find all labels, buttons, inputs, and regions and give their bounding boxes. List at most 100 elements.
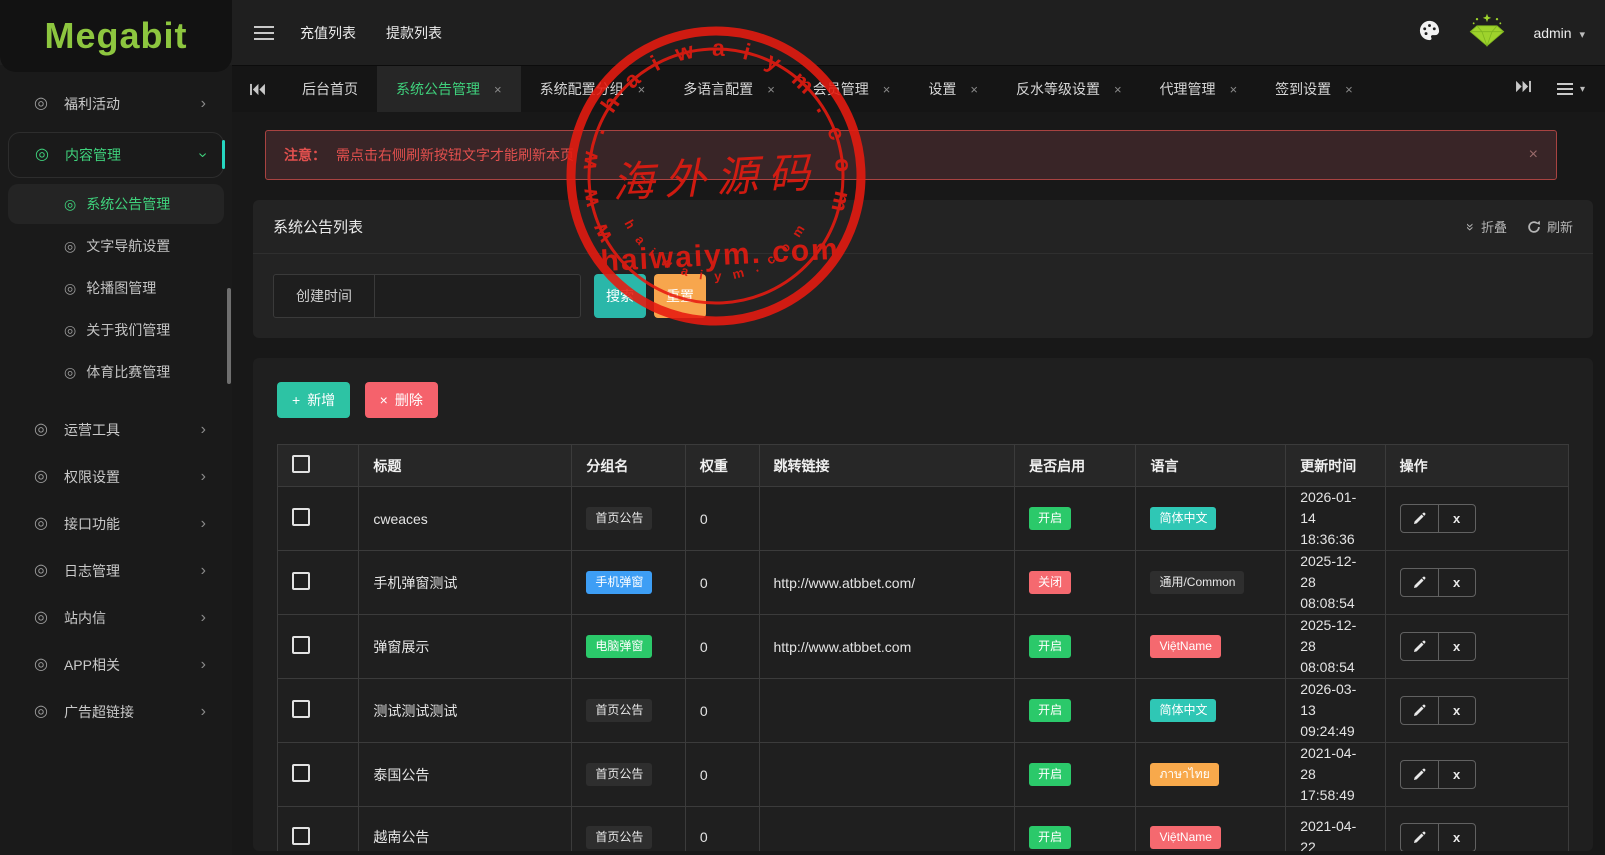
tab-item[interactable]: 系统配置分组 ×: [521, 66, 665, 112]
tab-item[interactable]: 会员管理 ×: [794, 66, 910, 112]
menu-bullet-icon: ◎: [34, 656, 48, 673]
tab-item[interactable]: 多语言配置 ×: [664, 66, 794, 112]
sidebar-item-label: 日志管理: [63, 563, 120, 579]
delete-row-button[interactable]: x: [1437, 569, 1475, 596]
tab-item[interactable]: 反水等级设置 ×: [997, 66, 1141, 112]
tab-close-icon[interactable]: ×: [1345, 82, 1353, 97]
enabled-badge[interactable]: 开启: [1029, 635, 1072, 658]
delete-row-button[interactable]: x: [1437, 633, 1475, 660]
row-checkbox[interactable]: [292, 636, 310, 654]
sidebar-item[interactable]: ◎ APP相关 ›: [8, 643, 224, 687]
gem-icon[interactable]: [1467, 12, 1507, 53]
tab-close-icon[interactable]: ×: [638, 82, 646, 97]
tab-close-icon[interactable]: ×: [494, 82, 502, 97]
row-checkbox[interactable]: [292, 572, 310, 590]
sidebar-subitem[interactable]: ◎ 轮播图管理: [8, 268, 224, 308]
scroll-tabs-start-icon[interactable]: [232, 66, 283, 112]
search-button[interactable]: 搜索: [594, 274, 646, 318]
tab-item[interactable]: 设置 ×: [909, 66, 997, 112]
delete-button[interactable]: × 删除: [364, 382, 438, 418]
sidebar-scrollbar[interactable]: [227, 288, 231, 384]
pencil-icon: [1413, 576, 1426, 589]
enabled-badge[interactable]: 开启: [1029, 699, 1072, 722]
tab-close-icon[interactable]: ×: [970, 82, 978, 97]
updated-time: 18:36:36: [1300, 531, 1355, 547]
top-menu-item[interactable]: 提款列表: [386, 23, 442, 43]
edit-row-button[interactable]: [1401, 824, 1438, 851]
sidebar-item[interactable]: ◎ 权限设置 ›: [8, 455, 224, 499]
add-label: 新增: [307, 392, 336, 408]
reset-button[interactable]: 重置: [654, 274, 706, 318]
delete-row-button[interactable]: x: [1437, 697, 1475, 724]
tab-close-icon[interactable]: ×: [1114, 82, 1122, 97]
tab-item[interactable]: 系统公告管理 ×: [377, 66, 521, 112]
tab-item[interactable]: 代理管理 ×: [1141, 66, 1257, 112]
sidebar-item[interactable]: ◎ 日志管理 ›: [8, 549, 224, 593]
announcement-panel: 系统公告列表 » 折叠 刷新 创建时间 搜索 重置: [253, 200, 1593, 338]
sidebar-item[interactable]: ◎ 广告超链接 ›: [8, 690, 224, 734]
sidebar-subitem[interactable]: ◎ 体育比赛管理: [8, 352, 224, 392]
link-cell: [758, 742, 1016, 807]
enabled-badge[interactable]: 关闭: [1029, 571, 1072, 594]
edit-row-button[interactable]: [1401, 569, 1438, 596]
enabled-badge[interactable]: 开启: [1029, 825, 1072, 849]
tab-options-menu-icon[interactable]: ▾: [1556, 83, 1585, 95]
sidebar-subitem[interactable]: ◎ 系统公告管理: [8, 184, 224, 224]
alert-close-icon[interactable]: ×: [1529, 146, 1538, 164]
enabled-badge[interactable]: 开启: [1029, 507, 1072, 530]
delete-row-button[interactable]: x: [1437, 823, 1475, 851]
logo[interactable]: Megabit: [0, 0, 232, 72]
sidebar-submenu: ◎ 系统公告管理 ◎ 文字导航设置 ◎ 轮播图管理 ◎ 关于我们管理 ◎ 体育比赛管理: [0, 184, 232, 392]
table-row: 越南公告 首页公告 0 开启 ViệtName 2021-04-22 x: [276, 806, 1570, 851]
row-checkbox[interactable]: [292, 826, 310, 845]
user-menu[interactable]: admin ▾: [1533, 25, 1585, 41]
theme-palette-icon[interactable]: [1418, 19, 1441, 47]
tab-item[interactable]: 签到设置 ×: [1256, 66, 1372, 112]
sidebar-toggle-icon[interactable]: [254, 25, 274, 40]
sidebar-item[interactable]: ◎ 内容管理 ›: [9, 133, 223, 177]
table-row: cweaces 首页公告 0 开启 简体中文 2026-01-14 18:36:36 x: [276, 486, 1570, 551]
collapse-button[interactable]: » 折叠: [1463, 217, 1507, 236]
sidebar-subitem[interactable]: ◎ 文字导航设置: [8, 226, 224, 266]
menu-bullet-icon: ◎: [34, 515, 48, 532]
tab-item[interactable]: 后台首页: [283, 66, 377, 112]
tab-close-icon[interactable]: ×: [883, 82, 891, 97]
enabled-badge[interactable]: 开启: [1029, 763, 1072, 786]
sidebar-subitem[interactable]: ◎ 关于我们管理: [8, 310, 224, 350]
row-checkbox[interactable]: [292, 508, 310, 526]
language-cell: 简体中文: [1135, 486, 1287, 551]
created-time-input[interactable]: [375, 275, 580, 317]
sidebar-item[interactable]: ◎ 福利活动 ›: [8, 82, 224, 126]
table-header-row: 标题 分组名 权重 跳转链接 是否启用 语言 更新时间 操作: [276, 444, 1570, 487]
group-cell: 首页公告: [571, 806, 686, 851]
scroll-tabs-end-icon[interactable]: [1516, 80, 1531, 98]
alert-prefix: 注意：: [284, 147, 326, 163]
row-checkbox[interactable]: [292, 764, 310, 782]
sidebar-item[interactable]: ◎ 运营工具 ›: [8, 408, 224, 452]
edit-row-button[interactable]: [1401, 505, 1438, 532]
row-checkbox-cell: [276, 614, 360, 679]
delete-label: 删除: [394, 392, 423, 408]
tab-close-icon[interactable]: ×: [767, 82, 775, 97]
updated-time-cell: 2025-12-28 08:08:54: [1285, 550, 1386, 615]
edit-row-button[interactable]: [1401, 761, 1438, 788]
sidebar-item[interactable]: ◎ 接口功能 ›: [8, 502, 224, 546]
edit-row-button[interactable]: [1401, 697, 1438, 724]
sidebar-item[interactable]: ◎ 站内信 ›: [8, 596, 224, 640]
updated-date: 2025-12-28: [1300, 553, 1357, 590]
sidebar-item-label: APP相关: [63, 657, 120, 673]
delete-row-button[interactable]: x: [1437, 505, 1475, 532]
row-checkbox-cell: [276, 486, 360, 551]
refresh-button[interactable]: 刷新: [1527, 217, 1573, 236]
top-menu-item[interactable]: 充值列表: [300, 23, 356, 43]
tab-close-icon[interactable]: ×: [1230, 82, 1238, 97]
delete-row-button[interactable]: x: [1437, 761, 1475, 788]
sidebar-item-label: 广告超链接: [63, 704, 134, 720]
row-checkbox[interactable]: [292, 700, 310, 718]
language-cell: 简体中文: [1135, 678, 1287, 743]
add-button[interactable]: + 新增: [277, 382, 351, 418]
select-all-checkbox[interactable]: [292, 455, 310, 473]
group-cell: 首页公告: [571, 742, 686, 807]
group-cell: 首页公告: [571, 678, 686, 743]
edit-row-button[interactable]: [1401, 633, 1438, 660]
